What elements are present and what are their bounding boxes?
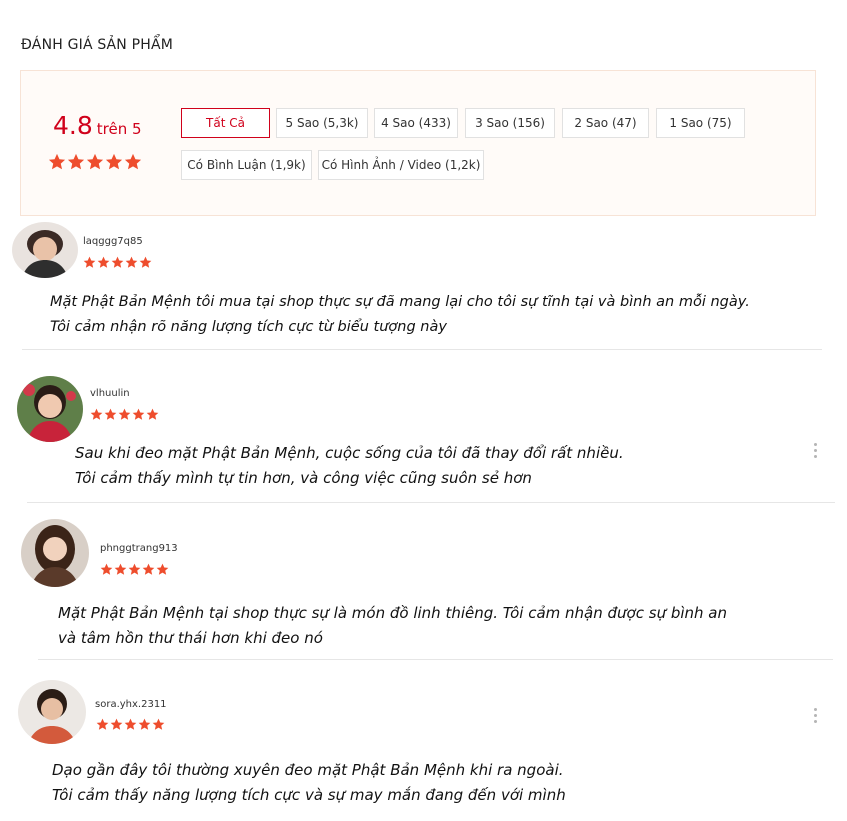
review-line: Tôi cảm thấy mình tự tin hơn, và công vi… xyxy=(75,469,532,487)
review-line: Sau khi đeo mặt Phật Bản Mệnh, cuộc sống… xyxy=(75,444,624,462)
filter-1-star-button[interactable]: 1 Sao (75) xyxy=(656,108,745,138)
review-stars xyxy=(96,718,165,731)
star-icon xyxy=(138,718,151,730)
filter-5-star-button[interactable]: 5 Sao (5,3k) xyxy=(276,108,368,138)
review-line: Tôi cảm thấy năng lượng tích cực và sự m… xyxy=(52,786,566,804)
star-icon xyxy=(111,256,124,268)
rating-score: 4.8 trên 5 xyxy=(53,111,142,140)
star-icon xyxy=(86,153,104,170)
avatar[interactable] xyxy=(17,376,83,442)
star-icon xyxy=(90,408,103,420)
overall-stars xyxy=(48,153,142,171)
more-options-icon[interactable] xyxy=(812,443,818,458)
star-icon xyxy=(48,153,66,170)
avatar[interactable] xyxy=(12,222,78,278)
star-icon xyxy=(132,408,145,420)
review-username: sora.yhx.2311 xyxy=(95,699,167,710)
star-icon xyxy=(128,563,141,575)
star-icon xyxy=(152,718,165,730)
filter-4-star-button[interactable]: 4 Sao (433) xyxy=(374,108,458,138)
filter-with-comments-button[interactable]: Có Bình Luận (1,9k) xyxy=(181,150,312,180)
review-line: và tâm hồn thư thái hơn khi đeo nó xyxy=(58,629,323,647)
section-title: ĐÁNH GIÁ SẢN PHẨM xyxy=(21,37,174,53)
review-comment: Dạo gần đây tôi thường xuyên đeo mặt Phậ… xyxy=(52,758,566,808)
filter-3-star-button[interactable]: 3 Sao (156) xyxy=(465,108,555,138)
star-icon xyxy=(67,153,85,170)
star-icon xyxy=(118,408,131,420)
star-icon xyxy=(124,718,137,730)
review-comment: Mặt Phật Bản Mệnh tôi mua tại shop thực … xyxy=(50,290,750,340)
review-divider xyxy=(22,349,822,350)
star-icon xyxy=(105,153,123,170)
star-icon xyxy=(110,718,123,730)
review-stars xyxy=(83,256,152,269)
star-icon xyxy=(100,563,113,575)
star-icon xyxy=(142,563,155,575)
star-icon xyxy=(96,718,109,730)
star-icon xyxy=(156,563,169,575)
review-line: Dạo gần đây tôi thường xuyên đeo mặt Phậ… xyxy=(52,761,564,779)
review-line: Tôi cảm nhận rõ năng lượng tích cực từ b… xyxy=(50,319,447,335)
review-username: laqggg7q85 xyxy=(83,236,143,247)
review-username: phnggtrang913 xyxy=(100,543,178,554)
filter-all-button[interactable]: Tất Cả xyxy=(181,108,270,138)
avatar[interactable] xyxy=(18,680,86,744)
star-icon xyxy=(104,408,117,420)
review-comment: Mặt Phật Bản Mệnh tại shop thực sự là mó… xyxy=(58,601,727,651)
review-divider xyxy=(38,659,833,660)
review-comment: Sau khi đeo mặt Phật Bản Mệnh, cuộc sống… xyxy=(75,441,624,491)
filter-2-star-button[interactable]: 2 Sao (47) xyxy=(562,108,649,138)
filter-with-media-button[interactable]: Có Hình Ảnh / Video (1,2k) xyxy=(318,150,484,180)
rating-overview: 4.8 trên 5 Tất Cả 5 Sao (5,3k) 4 Sao (433… xyxy=(20,70,816,216)
review-line: Mặt Phật Bản Mệnh tôi mua tại shop thực … xyxy=(50,294,750,310)
star-icon xyxy=(146,408,159,420)
score-suffix: trên 5 xyxy=(96,120,142,138)
star-icon xyxy=(139,256,152,268)
avatar[interactable] xyxy=(21,519,89,587)
more-options-icon[interactable] xyxy=(812,708,818,723)
review-username: vlhuulin xyxy=(90,388,130,399)
star-icon xyxy=(83,256,96,268)
star-icon xyxy=(114,563,127,575)
star-icon xyxy=(124,153,142,170)
review-stars xyxy=(90,408,159,421)
star-icon xyxy=(97,256,110,268)
review-line: Mặt Phật Bản Mệnh tại shop thực sự là mó… xyxy=(58,604,728,622)
score-value: 4.8 xyxy=(53,111,93,140)
review-stars xyxy=(100,563,169,576)
star-icon xyxy=(125,256,138,268)
review-divider xyxy=(27,502,835,503)
